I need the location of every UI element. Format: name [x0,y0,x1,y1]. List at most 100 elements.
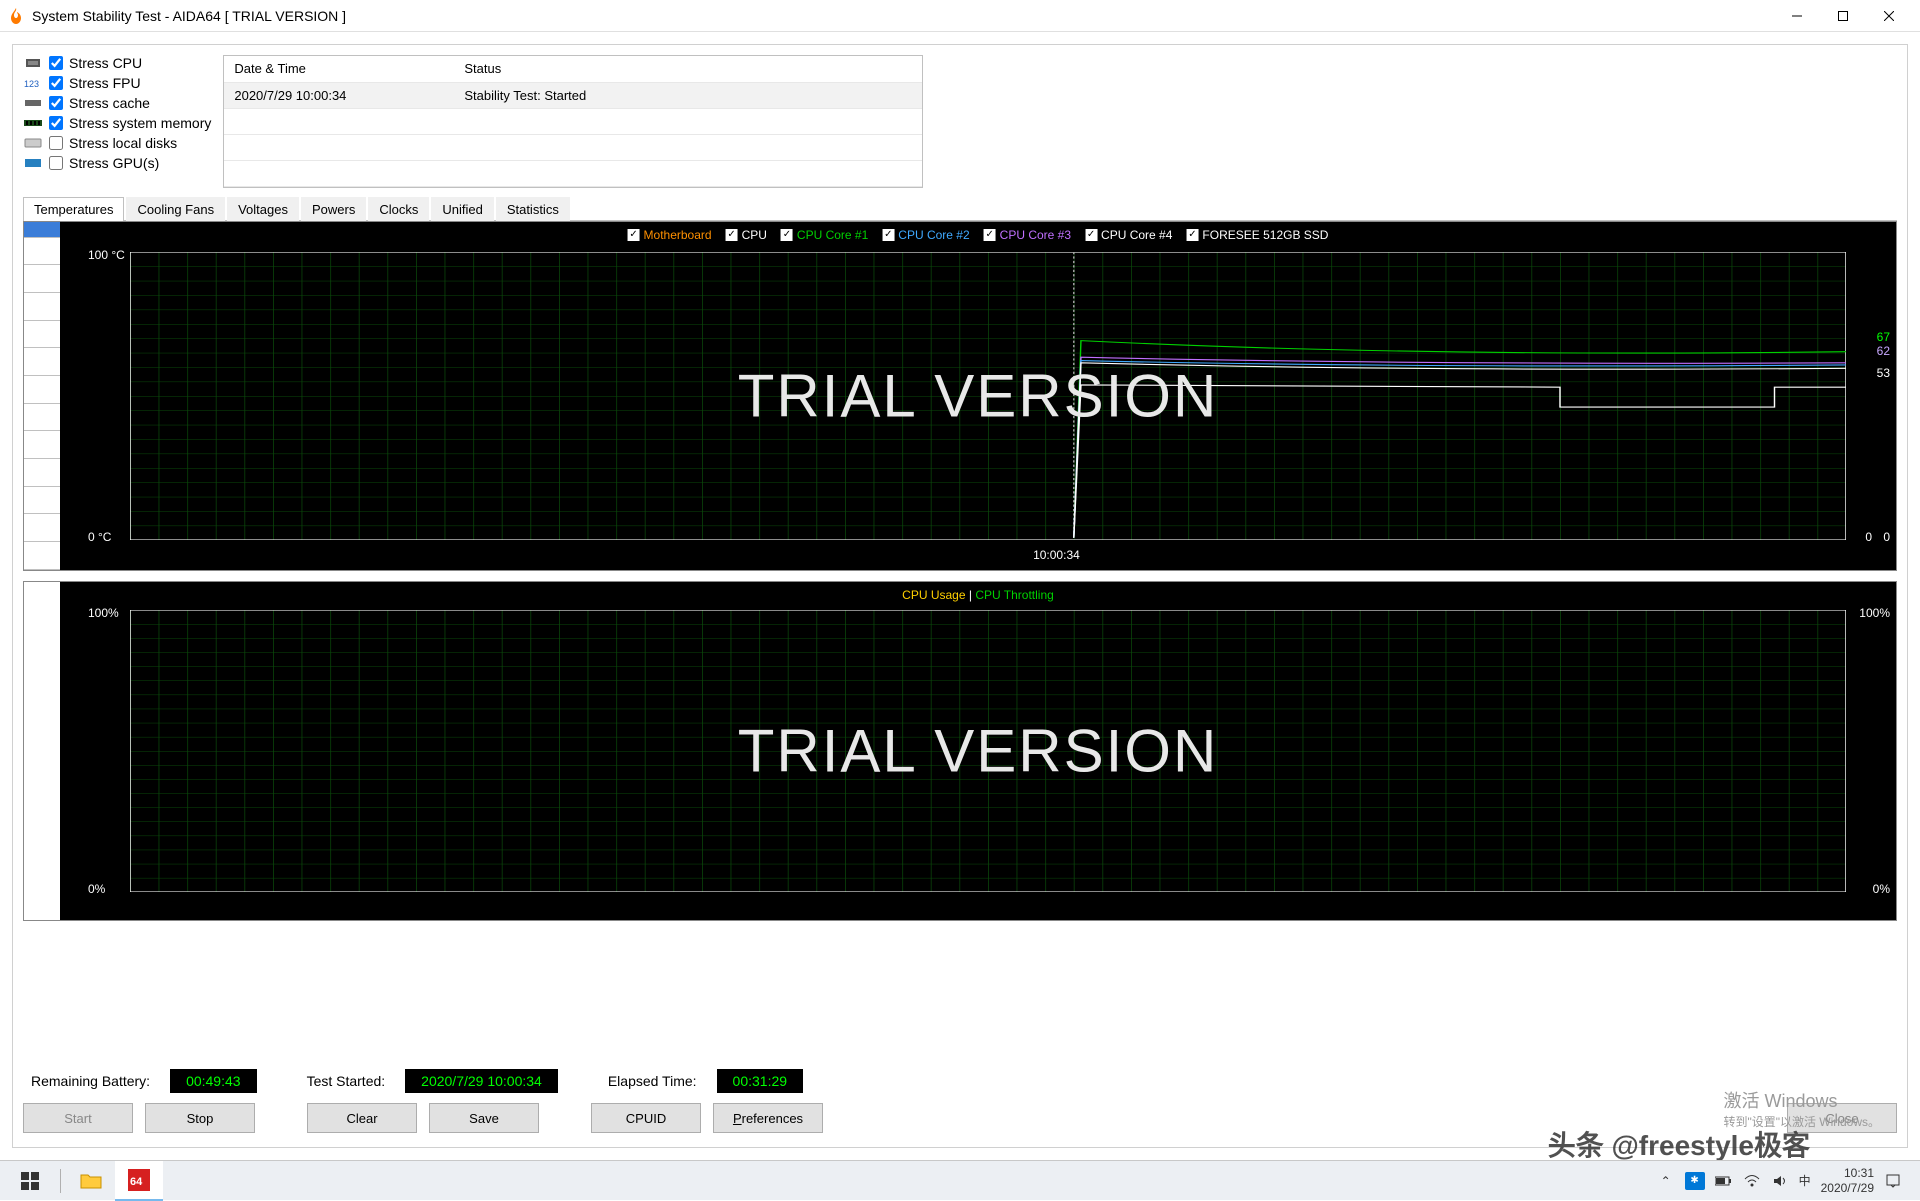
stress-cache-checkbox[interactable] [49,96,63,110]
taskbar: 64 ⌃ ✱ 中 10:31 2020/7/29 [0,1160,1920,1200]
cpuid-button[interactable]: CPUID [591,1103,701,1133]
tab-clocks[interactable]: Clocks [368,197,429,221]
graph1-val-53: 53 [1877,366,1890,380]
legend-cpu[interactable]: ✓CPU [726,228,767,242]
stress-cache-item[interactable]: Stress cache [23,95,211,111]
taskbar-clock[interactable]: 10:31 2020/7/29 [1821,1166,1874,1195]
graph2-ymax-r: 100% [1859,606,1890,620]
start-menu-button[interactable] [6,1161,54,1201]
graph1-body: ✓Motherboard ✓CPU ✓CPU Core #1 ✓CPU Core… [60,222,1896,570]
graphs-container: ✓Motherboard ✓CPU ✓CPU Core #1 ✓CPU Core… [23,221,1897,1058]
fpu-icon: 123 [23,76,43,90]
stress-gpu-label: Stress GPU(s) [69,155,159,171]
tray-chevron-icon[interactable]: ⌃ [1657,1172,1675,1190]
legend-ssd[interactable]: ✓FORESEE 512GB SSD [1186,228,1328,242]
taskbar-aida64[interactable]: 64 [115,1161,163,1201]
taskbar-explorer[interactable] [67,1161,115,1201]
graph1-ymax: 100 °C [88,248,125,262]
legend-cpu-core-3[interactable]: ✓CPU Core #3 [984,228,1071,242]
graph1-val-0b: 0 [1883,530,1890,544]
log-empty-row [224,108,922,134]
stress-memory-checkbox[interactable] [49,116,63,130]
graph1-val-62: 62 [1877,344,1890,358]
memory-icon [23,116,43,130]
graph2-strip [24,582,60,920]
graph1-val-67: 67 [1877,330,1890,344]
bluetooth-icon[interactable]: ✱ [1685,1172,1705,1190]
battery-icon[interactable] [1715,1172,1733,1190]
top-row: Stress CPU 123 Stress FPU Stress cache S… [23,55,1897,188]
ime-indicator[interactable]: 中 [1799,1172,1811,1189]
graph1-val-0a: 0 [1865,530,1872,544]
graph1-grid [130,252,1846,540]
elapsed-label: Elapsed Time: [608,1073,697,1089]
tab-temperatures[interactable]: Temperatures [23,197,124,221]
system-tray: ⌃ ✱ 中 10:31 2020/7/29 [1657,1166,1914,1195]
graph2-ymin-r: 0% [1873,882,1890,896]
window-controls [1774,0,1912,32]
gpu-icon [23,156,43,170]
temperature-graph: ✓Motherboard ✓CPU ✓CPU Core #1 ✓CPU Core… [23,221,1897,571]
stress-cpu-item[interactable]: Stress CPU [23,55,211,71]
tab-unified[interactable]: Unified [431,197,493,221]
volume-icon[interactable] [1771,1172,1789,1190]
stress-cpu-checkbox[interactable] [49,56,63,70]
graph2-ymax-l: 100% [88,606,119,620]
taskbar-time: 10:31 [1821,1166,1874,1180]
started-value: 2020/7/29 10:00:34 [405,1069,558,1093]
stress-fpu-item[interactable]: 123 Stress FPU [23,75,211,91]
tab-voltages[interactable]: Voltages [227,197,299,221]
close-button[interactable]: Close [1787,1103,1897,1133]
tab-bar: Temperatures Cooling Fans Voltages Power… [23,196,1897,221]
maximize-button[interactable] [1820,0,1866,32]
wifi-icon[interactable] [1743,1172,1761,1190]
taskbar-separator [60,1169,61,1193]
stress-memory-item[interactable]: Stress system memory [23,115,211,131]
status-row: Remaining Battery: 00:49:43 Test Started… [23,1057,1897,1099]
stress-gpu-item[interactable]: Stress GPU(s) [23,155,211,171]
log-cell-status: Stability Test: Started [454,82,922,108]
graph1-xmarker: 10:00:34 [1033,548,1080,562]
log-row[interactable]: 2020/7/29 10:00:34 Stability Test: Start… [224,82,922,108]
button-row: Start Stop Clear Save CPUID Preferences … [23,1099,1897,1137]
legend-cpu-core-1[interactable]: ✓CPU Core #1 [781,228,868,242]
cpu-icon [23,56,43,70]
log-cell-datetime: 2020/7/29 10:00:34 [224,82,454,108]
preferences-button[interactable]: Preferences [713,1103,823,1133]
save-button[interactable]: Save [429,1103,539,1133]
stop-button[interactable]: Stop [145,1103,255,1133]
clear-button[interactable]: Clear [307,1103,417,1133]
main-panel: Stress CPU 123 Stress FPU Stress cache S… [12,44,1908,1148]
folder-icon [80,1172,102,1190]
legend-motherboard[interactable]: ✓Motherboard [628,228,712,242]
stress-disk-checkbox[interactable] [49,136,63,150]
legend-cpu-core-4[interactable]: ✓CPU Core #4 [1085,228,1172,242]
tab-powers[interactable]: Powers [301,197,366,221]
legend-cpu-core-2[interactable]: ✓CPU Core #2 [882,228,969,242]
taskbar-date: 2020/7/29 [1821,1181,1874,1195]
graph2-legend: CPU Usage | CPU Throttling [902,588,1054,602]
stress-fpu-checkbox[interactable] [49,76,63,90]
stress-fpu-label: Stress FPU [69,75,141,91]
graph1-sensor-strip[interactable] [24,222,60,570]
window-title: System Stability Test - AIDA64 [ TRIAL V… [32,8,1774,24]
svg-text:64: 64 [130,1176,143,1188]
stress-options: Stress CPU 123 Stress FPU Stress cache S… [23,55,211,188]
tab-cooling-fans[interactable]: Cooling Fans [126,197,225,221]
start-button[interactable]: Start [23,1103,133,1133]
graph1-legend: ✓Motherboard ✓CPU ✓CPU Core #1 ✓CPU Core… [628,228,1329,242]
aida64-icon: 64 [128,1169,150,1191]
stress-gpu-checkbox[interactable] [49,156,63,170]
graph1-ymin: 0 °C [88,530,111,544]
stress-cache-label: Stress cache [69,95,150,111]
legend-cpu-throttling: CPU Throttling [975,588,1053,602]
notifications-icon[interactable] [1884,1172,1902,1190]
close-window-button[interactable] [1866,0,1912,32]
cpu-usage-graph: CPU Usage | CPU Throttling 100% 0% 100% … [23,581,1897,921]
minimize-button[interactable] [1774,0,1820,32]
legend-separator: | [969,588,972,602]
tab-statistics[interactable]: Statistics [496,197,570,221]
log-empty-row [224,160,922,186]
stress-disk-item[interactable]: Stress local disks [23,135,211,151]
graph2-grid [130,610,1846,892]
